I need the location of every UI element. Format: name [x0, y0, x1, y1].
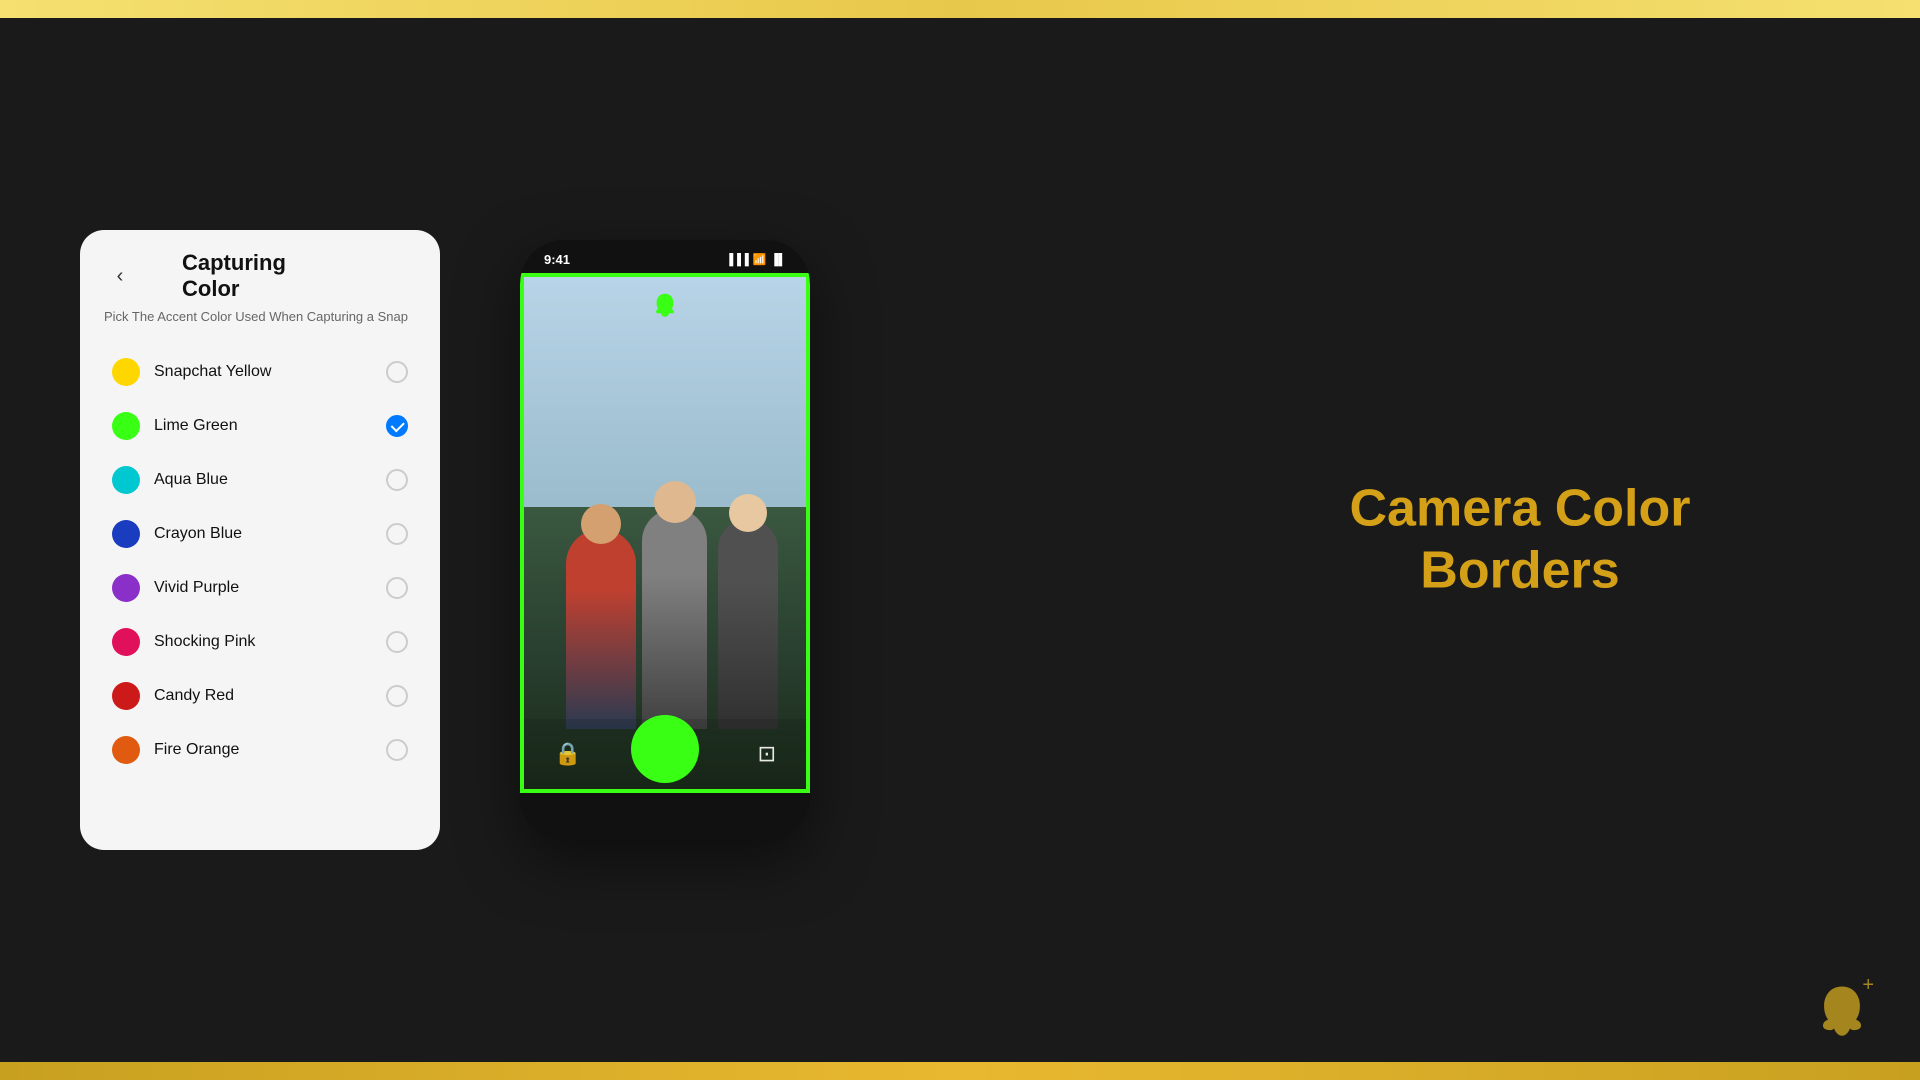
color-dot-crayon-blue	[112, 520, 140, 548]
lock-icon: 🔒	[554, 741, 581, 767]
capture-button[interactable]	[631, 715, 699, 783]
color-label-snapchat-yellow: Snapchat Yellow	[154, 363, 386, 381]
battery-icon: ▐▌	[770, 254, 786, 266]
phone-container: 9:41 ▐▐▐ 📶 ▐▌	[520, 240, 810, 840]
color-label-candy-red: Candy Red	[154, 687, 386, 705]
bottom-border	[0, 1062, 1920, 1080]
radio-btn-fire-orange[interactable]	[386, 739, 408, 761]
color-label-lime-green: Lime Green	[154, 417, 386, 435]
phone-body: 9:41 ▐▐▐ 📶 ▐▌	[520, 240, 810, 840]
wifi-icon: 📶	[753, 253, 767, 266]
color-dot-vivid-purple	[112, 574, 140, 602]
signal-icon: ▐▐▐	[725, 254, 748, 266]
time-display: 9:41	[544, 252, 570, 267]
color-dot-fire-orange	[112, 736, 140, 764]
figure-person-3	[718, 519, 778, 729]
color-item-candy-red[interactable]: Candy Red	[104, 670, 416, 722]
status-icons: ▐▐▐ 📶 ▐▌	[725, 253, 786, 266]
camera-controls: 🔒 ⊡	[524, 719, 806, 789]
color-dot-lime-green	[112, 412, 140, 440]
radio-btn-shocking-pink[interactable]	[386, 631, 408, 653]
settings-header: ‹ Capturing Color	[104, 260, 416, 292]
flip-camera-icon[interactable]: ⊡	[758, 741, 776, 767]
radio-btn-lime-green[interactable]	[386, 415, 408, 437]
figure-person-2	[642, 509, 707, 729]
top-border	[0, 0, 1920, 18]
color-item-fire-orange[interactable]: Fire Orange	[104, 724, 416, 776]
settings-subtitle: Pick The Accent Color Used When Capturin…	[104, 308, 416, 326]
camera-view: 🔒 ⊡	[520, 273, 810, 793]
snapchat-branding: +	[1814, 982, 1870, 1050]
color-item-shocking-pink[interactable]: Shocking Pink	[104, 616, 416, 668]
back-arrow-icon: ‹	[117, 265, 124, 288]
color-item-lime-green[interactable]: Lime Green	[104, 400, 416, 452]
color-dot-snapchat-yellow	[112, 358, 140, 386]
color-label-vivid-purple: Vivid Purple	[154, 579, 386, 597]
color-dot-aqua-blue	[112, 466, 140, 494]
color-dot-shocking-pink	[112, 628, 140, 656]
color-label-shocking-pink: Shocking Pink	[154, 633, 386, 651]
phone-screen: 9:41 ▐▐▐ 📶 ▐▌	[520, 240, 810, 840]
radio-btn-candy-red[interactable]	[386, 685, 408, 707]
radio-btn-crayon-blue[interactable]	[386, 523, 408, 545]
radio-btn-aqua-blue[interactable]	[386, 469, 408, 491]
color-item-snapchat-yellow[interactable]: Snapchat Yellow	[104, 346, 416, 398]
snapchat-ghost-icon	[651, 291, 679, 326]
feature-title: Camera Color Borders	[1280, 478, 1760, 603]
color-label-aqua-blue: Aqua Blue	[154, 471, 386, 489]
settings-panel: ‹ Capturing Color Pick The Accent Color …	[80, 230, 440, 850]
main-content: ‹ Capturing Color Pick The Accent Color …	[0, 18, 1920, 1062]
color-dot-candy-red	[112, 682, 140, 710]
color-list: Snapchat Yellow Lime Green Aqua Blue Crayon…	[104, 346, 416, 776]
color-item-crayon-blue[interactable]: Crayon Blue	[104, 508, 416, 560]
back-button[interactable]: ‹	[104, 260, 136, 292]
status-bar: 9:41 ▐▐▐ 📶 ▐▌	[520, 240, 810, 273]
radio-btn-snapchat-yellow[interactable]	[386, 361, 408, 383]
figure-person-1	[566, 529, 636, 729]
color-item-aqua-blue[interactable]: Aqua Blue	[104, 454, 416, 506]
color-label-crayon-blue: Crayon Blue	[154, 525, 386, 543]
color-item-vivid-purple[interactable]: Vivid Purple	[104, 562, 416, 614]
settings-panel-title: Capturing Color	[182, 250, 338, 302]
radio-btn-vivid-purple[interactable]	[386, 577, 408, 599]
color-label-fire-orange: Fire Orange	[154, 741, 386, 759]
